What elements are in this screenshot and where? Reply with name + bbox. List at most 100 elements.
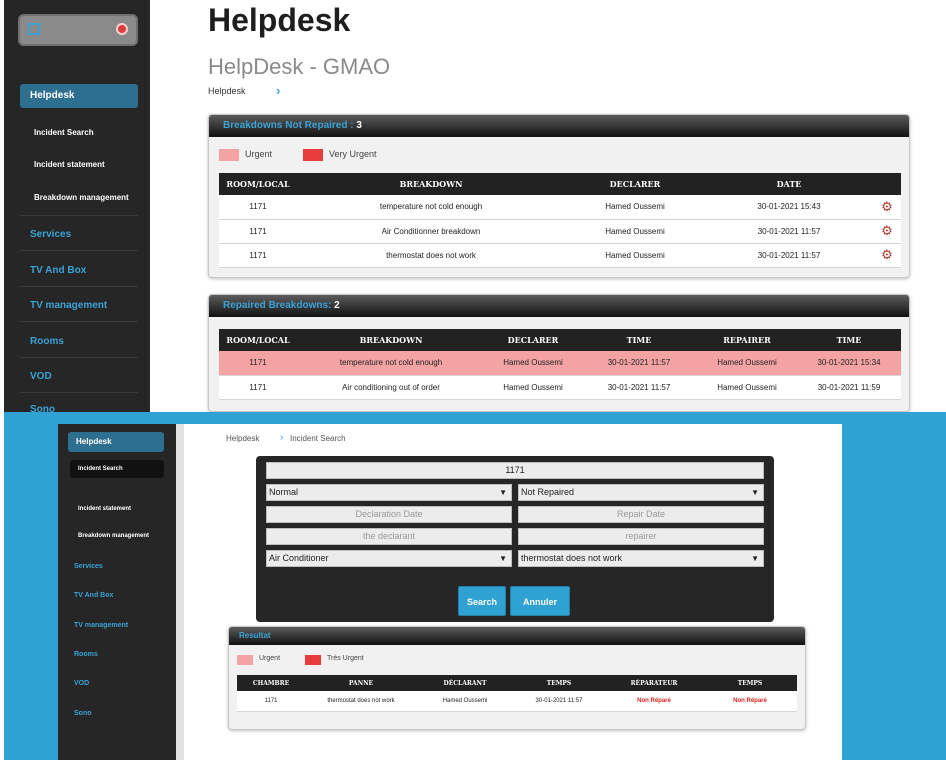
sidebar-subitem-incident-statement[interactable]: Incident statement — [34, 160, 105, 169]
repair-date-input[interactable]: Repair Date — [518, 506, 764, 523]
sidebar-subitem-incident-statement[interactable]: Incident statement — [78, 506, 131, 512]
table-row[interactable]: 1171 thermostat does not work Hamed Ouss… — [219, 243, 901, 268]
urgency-select[interactable]: Normal ▼ — [266, 484, 512, 501]
sidebar-item-services[interactable]: Services — [74, 563, 103, 570]
gear-icon[interactable]: ⚙ — [881, 247, 893, 262]
breakdown-select[interactable]: thermostat does not work ▼ — [518, 550, 764, 567]
incident-search-window: Helpdesk Incident Search Incident statem… — [58, 424, 842, 760]
sidebar-item-helpdesk[interactable]: Helpdesk — [68, 432, 164, 452]
sidebar-subitem-breakdown-management[interactable]: Breakdown management — [34, 193, 129, 202]
sidebar-subitem-incident-search[interactable]: Incident Search — [34, 128, 94, 137]
column-header: PANNE — [305, 675, 417, 691]
legend-label-urgent: Urgent — [245, 149, 273, 159]
sidebar-item-sono[interactable]: Sono — [74, 710, 92, 717]
panel-header: Repaired Breakdowns: 2 — [209, 295, 909, 317]
cell-date: 30-01-2021 11:57 — [705, 243, 873, 268]
declaration-date-input[interactable]: Declaration Date — [266, 506, 512, 523]
table-row[interactable]: 1171 temperature not cold enough Hamed O… — [219, 351, 901, 376]
table-row[interactable]: 1171 Air Conditionner breakdown Hamed Ou… — [219, 219, 901, 244]
cell-room: 1171 — [219, 375, 297, 400]
sidebar-item-tv-management[interactable]: TV management — [30, 300, 107, 311]
cell-declarer: Hamed Oussemi — [565, 243, 705, 268]
legend-label-very-urgent: Très Urgent — [327, 655, 364, 662]
cell-room: 1171 — [219, 195, 297, 220]
table-row[interactable]: 1171 thermostat does not work Hamed Ouss… — [237, 691, 797, 712]
column-header: ROOM/LOCAL — [219, 329, 297, 351]
column-header: TEMPS — [703, 675, 797, 691]
column-header: DECLARER — [565, 173, 705, 195]
panel-title: Resultat — [239, 631, 271, 640]
sidebar-subitem-incident-search[interactable]: Incident Search — [70, 460, 164, 478]
legend-swatch-urgent — [219, 149, 239, 161]
table-row[interactable]: 1171 temperature not cold enough Hamed O… — [219, 195, 901, 220]
breakdown-select-value: thermostat does not work — [521, 553, 623, 563]
divider — [20, 250, 138, 251]
cell-room: 1171 — [219, 351, 297, 376]
declarer-input[interactable]: the declarant — [266, 528, 512, 545]
legend-label-very-urgent: Very Urgent — [329, 149, 377, 159]
status-select[interactable]: Not Repaired ▼ — [518, 484, 764, 501]
column-header: DECLARER — [485, 329, 581, 351]
sidebar-item-tv-and-box[interactable]: TV And Box — [74, 592, 113, 599]
sidebar-item-tv-and-box[interactable]: TV And Box — [30, 265, 86, 276]
panel-title: Breakdowns Not Repaired : — [223, 120, 354, 131]
search-button[interactable]: Search — [458, 586, 506, 616]
panel-title: Repaired Breakdowns: — [223, 300, 332, 311]
sidebar-subitem-breakdown-management[interactable]: Breakdown management — [78, 533, 149, 539]
room-input[interactable]: 1171 — [266, 462, 764, 479]
cell-repair-time: 30-01-2021 11:59 — [797, 375, 901, 400]
gear-icon[interactable]: ⚙ — [881, 223, 893, 238]
breakdowns-table: ROOM/LOCAL BREAKDOWN DECLARER DATE 1171 … — [219, 173, 901, 268]
table-row[interactable]: 1171 Air conditioning out of order Hamed… — [219, 375, 901, 400]
sidebar-item-vod[interactable]: VOD — [74, 680, 89, 687]
column-header: DATE — [705, 173, 873, 195]
repairer-input[interactable]: repairer — [518, 528, 764, 545]
cell-date: 30-01-2021 11:57 — [705, 219, 873, 244]
repaired-table: ROOM/LOCAL BREAKDOWN DECLARER TIME REPAI… — [219, 329, 901, 400]
column-header: CHAMBRE — [237, 675, 305, 691]
legend-swatch-urgent — [237, 655, 253, 665]
cell-repairer: Hamed Oussemi — [697, 351, 797, 376]
cell-declarer: Hamed Oussemi — [485, 375, 581, 400]
sidebar-user-box[interactable] — [18, 14, 138, 46]
gear-icon[interactable]: ⚙ — [881, 199, 893, 214]
breadcrumb[interactable]: Helpdesk — [208, 86, 246, 96]
sidebar-item-rooms[interactable]: Rooms — [30, 336, 64, 347]
panel-count: 2 — [334, 300, 340, 311]
status-select-value: Not Repaired — [521, 487, 575, 497]
result-panel: Resultat Urgent Très Urgent CHAMBRE PANN… — [228, 626, 806, 730]
cell-declarer: Hamed Oussemi — [485, 351, 581, 376]
sidebar-item-rooms[interactable]: Rooms — [74, 651, 98, 658]
column-header: DÉCLARANT — [417, 675, 513, 691]
chevron-down-icon: ▼ — [499, 554, 507, 563]
breadcrumb[interactable]: Helpdesk — [226, 434, 259, 443]
cell-time: 30-01-2021 11:57 — [581, 351, 697, 376]
panel-count: 3 — [356, 120, 362, 131]
legend-swatch-very-urgent — [305, 655, 321, 665]
panel-header: Resultat — [229, 627, 805, 645]
incident-search-screenshot: Helpdesk Incident Search Incident statem… — [4, 412, 946, 760]
cell-repair-time: Non Réparé — [703, 691, 797, 712]
legend-label-urgent: Urgent — [259, 655, 281, 662]
urgency-select-value: Normal — [269, 487, 299, 497]
breadcrumb-current: Incident Search — [290, 434, 346, 443]
cell-time: 30-01-2021 11:57 — [581, 375, 697, 400]
power-icon[interactable] — [116, 23, 128, 35]
cell-date: 30-01-2021 15:43 — [705, 195, 873, 220]
divider — [20, 215, 138, 216]
sidebar-item-services[interactable]: Services — [30, 229, 71, 240]
cell-breakdown: Air Conditionner breakdown — [297, 219, 565, 244]
sidebar-item-vod[interactable]: VOD — [30, 371, 52, 382]
sidebar-item-helpdesk[interactable]: Helpdesk — [20, 84, 138, 108]
cell-room: 1171 — [219, 243, 297, 268]
column-header: BREAKDOWN — [297, 173, 565, 195]
sidebar-item-tv-management[interactable]: TV management — [74, 622, 128, 629]
cell-breakdown: temperature not cold enough — [297, 195, 565, 220]
column-header: TIME — [581, 329, 697, 351]
cancel-button[interactable]: Annuler — [510, 586, 570, 616]
sidebar-item-sono[interactable]: Sono — [30, 404, 55, 412]
equipment-select[interactable]: Air Conditioner ▼ — [266, 550, 512, 567]
chevron-down-icon: ▼ — [751, 488, 759, 497]
square-icon — [28, 23, 40, 35]
cell-declarer: Hamed Oussemi — [417, 691, 513, 712]
